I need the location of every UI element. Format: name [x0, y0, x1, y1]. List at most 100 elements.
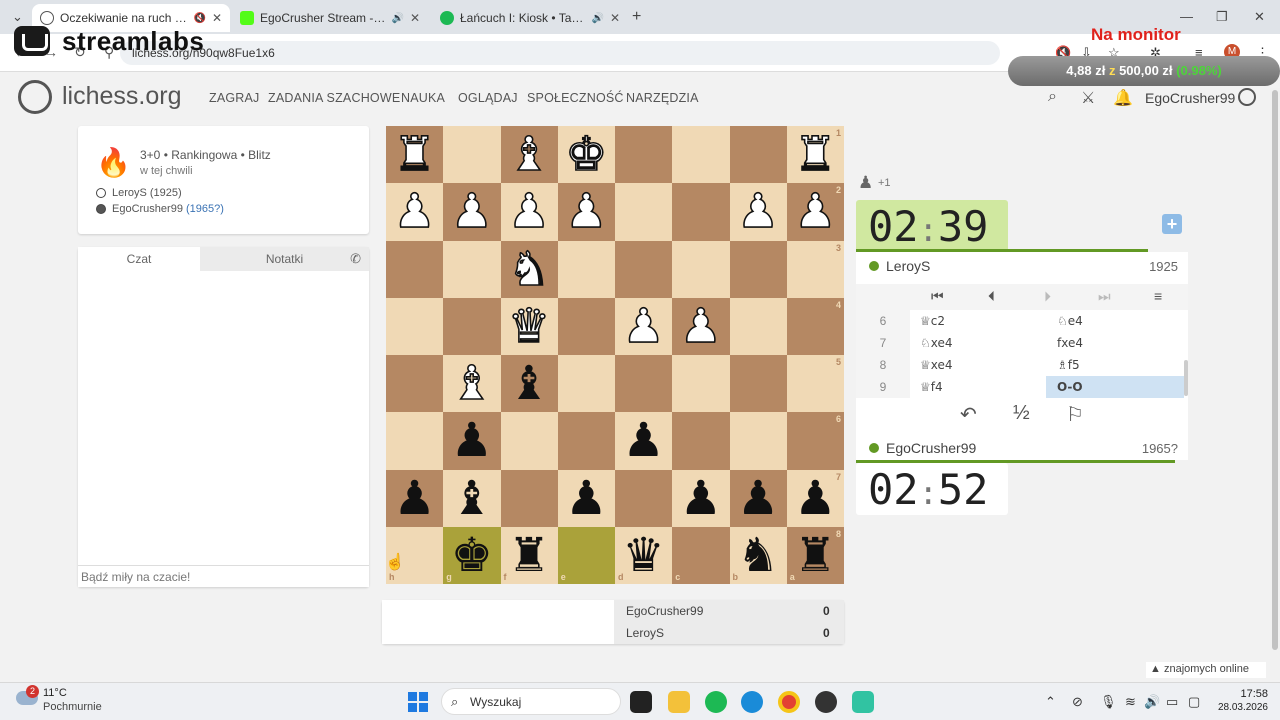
square-c1[interactable]: [672, 126, 730, 184]
nav-community[interactable]: SPOŁECZNOŚĆ: [527, 91, 624, 105]
browser-tab-spotify[interactable]: Łańcuch I: Kiosk • Taco Hem 🔊 ✕: [432, 4, 628, 32]
takeback-undo-icon[interactable]: ↶: [960, 402, 977, 427]
white-queen-f4[interactable]: ♛: [501, 298, 558, 355]
volume-icon[interactable]: 🔊: [1144, 694, 1160, 710]
square-d3[interactable]: [615, 240, 673, 298]
white-bishop-g5[interactable]: ♝: [443, 355, 500, 412]
streamlabs-app-icon[interactable]: [852, 691, 874, 713]
swords-icon[interactable]: ⚔: [1081, 88, 1095, 108]
white-pawn-h2[interactable]: ♟: [386, 183, 443, 240]
crosstable-player[interactable]: LeroyS: [626, 626, 664, 640]
black-pawn-d6[interactable]: ♟: [615, 412, 672, 469]
black-pawn-c7[interactable]: ♟: [672, 470, 729, 527]
white-move[interactable]: ♕f4: [920, 380, 943, 394]
square-d7[interactable]: [615, 469, 673, 527]
black-move[interactable]: ♗f5: [1046, 354, 1184, 376]
black-bishop-f5[interactable]: ♝: [501, 355, 558, 412]
black-knight-b8[interactable]: ♞: [730, 527, 787, 584]
tray-chevron-up-icon[interactable]: ⌃: [1045, 694, 1056, 710]
black-move[interactable]: ♘e4: [1046, 310, 1184, 332]
square-e4[interactable]: [557, 297, 615, 355]
edge-browser-icon[interactable]: [741, 691, 763, 713]
chess-board[interactable]: ♜ ♝ ♚ ♜ 1 ♟ ♟ ♟ ♟ ♟ ♟ 2 ♞ 3 ♛ ♟ ♟ 4 ♝ ♝ 5 ♟ ♟ 6 ♟ ♝ ♟ ♟ ♟ ♟ 7 h ♚ g ♜ f e ♛ d c…: [386, 126, 844, 584]
square-g3[interactable]: [443, 240, 501, 298]
url-field[interactable]: lichess.org/n90qw8Fue1x6: [120, 41, 1000, 65]
nav-watch[interactable]: OGLĄDAJ: [458, 91, 518, 105]
taskbar-search[interactable]: ⌕ Wyszukaj: [441, 688, 621, 715]
opponent-player-row[interactable]: LeroyS 1925: [856, 252, 1188, 280]
square-e3[interactable]: [557, 240, 615, 298]
wifi-icon[interactable]: ≋: [1125, 694, 1136, 710]
square-c5[interactable]: [672, 355, 730, 413]
white-pawn-e2[interactable]: ♟: [558, 183, 615, 240]
square-b5[interactable]: [729, 355, 787, 413]
white-knight-f3[interactable]: ♞: [501, 241, 558, 298]
obs-studio-icon[interactable]: [815, 691, 837, 713]
chrome-browser-icon[interactable]: [778, 691, 800, 713]
square-e8[interactable]: [557, 526, 615, 584]
microphone-icon[interactable]: 🎙: [1100, 694, 1117, 710]
square-c3[interactable]: [672, 240, 730, 298]
battery-icon[interactable]: ▭: [1166, 694, 1178, 710]
white-pawn-b2[interactable]: ♟: [730, 183, 787, 240]
search-icon[interactable]: ⌕: [1048, 88, 1057, 106]
black-player-info[interactable]: EgoCrusher99 (1965?): [96, 203, 224, 215]
white-pawn-c4[interactable]: ♟: [672, 298, 729, 355]
square-h5[interactable]: [386, 355, 444, 413]
square-h4[interactable]: [386, 297, 444, 355]
offer-draw-button[interactable]: ½: [1013, 402, 1030, 425]
system-time[interactable]: 17:58: [1218, 688, 1268, 700]
minimize-icon[interactable]: —: [1180, 9, 1193, 24]
crosstable-player[interactable]: EgoCrusher99: [626, 604, 703, 618]
tab-chat[interactable]: Czat: [78, 247, 200, 271]
white-pawn-d4[interactable]: ♟: [615, 298, 672, 355]
move-list-scrollbar[interactable]: [1184, 360, 1188, 396]
square-h6[interactable]: [386, 412, 444, 470]
square-c8[interactable]: [672, 526, 730, 584]
weather-temperature[interactable]: 11°C: [43, 687, 67, 699]
voice-chat-phone-icon[interactable]: ✆: [350, 251, 361, 267]
black-move[interactable]: fxe4: [1046, 332, 1184, 354]
notifications-bell-icon[interactable]: 🔔: [1113, 88, 1133, 108]
page-scrollbar-thumb[interactable]: [1272, 90, 1278, 650]
square-f6[interactable]: [500, 412, 558, 470]
tab-notes[interactable]: Notatki ✆: [200, 247, 369, 271]
square-b1[interactable]: [729, 126, 787, 184]
nav-learn[interactable]: NAUKA: [401, 91, 445, 105]
close-window-icon[interactable]: ✕: [1254, 9, 1265, 25]
square-e5[interactable]: [557, 355, 615, 413]
first-move-icon[interactable]: ⏮: [931, 288, 944, 305]
white-move[interactable]: ♕c2: [920, 314, 945, 328]
lichess-knight-logo-icon[interactable]: [18, 80, 52, 114]
square-d5[interactable]: [615, 355, 673, 413]
white-pawn-f2[interactable]: ♟: [501, 183, 558, 240]
white-pawn-g2[interactable]: ♟: [443, 183, 500, 240]
square-d1[interactable]: [615, 126, 673, 184]
black-bishop-g7[interactable]: ♝: [443, 470, 500, 527]
square-b3[interactable]: [729, 240, 787, 298]
system-date[interactable]: 28.03.2026: [1208, 702, 1268, 713]
user-menu[interactable]: EgoCrusher99: [1145, 90, 1235, 106]
muted-sound-icon[interactable]: 🔇: [193, 13, 205, 24]
square-c2[interactable]: [672, 183, 730, 241]
square-g1[interactable]: [443, 126, 501, 184]
white-move[interactable]: ♕xe4: [920, 358, 953, 372]
menu-hamburger-icon[interactable]: ≡: [1154, 288, 1162, 304]
black-pawn-g6[interactable]: ♟: [443, 412, 500, 469]
nav-play[interactable]: ZAGRAJ: [209, 91, 260, 105]
tab-close-icon[interactable]: ✕: [212, 11, 222, 25]
nav-tools[interactable]: NARZĘDZIA: [626, 91, 699, 105]
sound-icon[interactable]: 🔊: [591, 13, 603, 24]
square-b4[interactable]: [729, 297, 787, 355]
chat-input[interactable]: Bądź miły na czacie!: [78, 565, 369, 587]
give-time-plus-button[interactable]: +: [1162, 214, 1182, 234]
last-move-icon[interactable]: ⏭: [1098, 288, 1111, 305]
white-bishop-f1[interactable]: ♝: [501, 126, 558, 183]
black-rook-f8[interactable]: ♜: [501, 527, 558, 584]
black-pawn-e7[interactable]: ♟: [558, 470, 615, 527]
square-e6[interactable]: [557, 412, 615, 470]
black-pawn-b7[interactable]: ♟: [730, 470, 787, 527]
tab-close-icon[interactable]: ✕: [610, 11, 620, 25]
square-c6[interactable]: [672, 412, 730, 470]
white-player-info[interactable]: LeroyS (1925): [96, 187, 182, 199]
